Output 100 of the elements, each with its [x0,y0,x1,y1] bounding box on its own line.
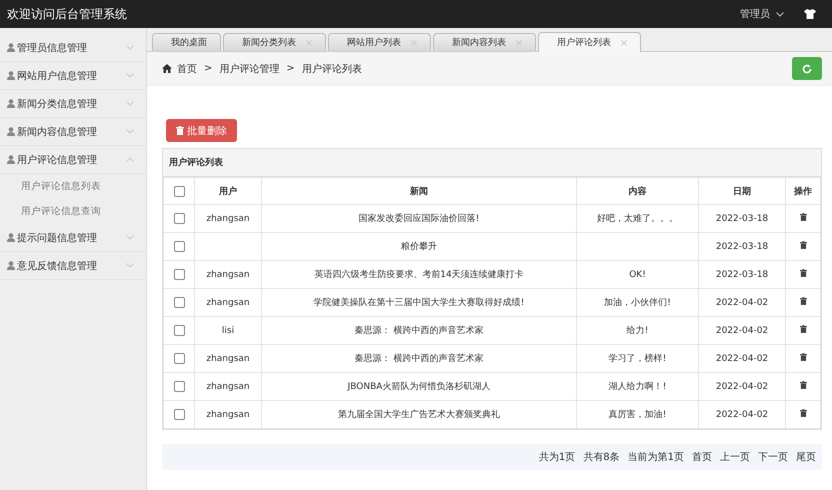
table-cell: 湖人给力啊！! [576,372,698,400]
table-cell: zhangsan [194,400,262,428]
sidebar-item[interactable]: 网站用户信息管理 [0,62,146,90]
trash-icon[interactable] [800,297,806,305]
sidebar-item[interactable]: 新闻内容信息管理 [0,118,146,146]
user-icon [7,71,15,80]
tab[interactable]: 我的桌面 [152,33,221,51]
user-icon [7,233,15,242]
trash-icon[interactable] [800,241,806,249]
row-checkbox[interactable] [174,353,184,364]
column-header: 操作 [786,178,820,204]
sidebar-subitem[interactable]: 用户评论信息列表 [0,174,146,199]
table-cell: 2022-03-18 [698,260,786,288]
table-cell: OK! [576,260,698,288]
app-title: 欢迎访问后台管理系统 [7,6,127,22]
chevron-down-icon [126,263,134,268]
user-icon [7,155,15,164]
chevron-down-icon [126,129,134,134]
table-cell: 英语四六级考生防疫要求、考前14天须连续健康打卡 [262,260,576,288]
refresh-icon [802,64,812,74]
trash-icon[interactable] [800,353,806,361]
sidebar-item[interactable]: 用户评论信息管理 [0,146,146,174]
tab[interactable]: 新闻内容列表 [433,33,536,51]
chevron-down-icon [126,101,134,106]
chevron-down-icon [126,73,134,78]
table-cell: 秦思源： 横跨中西的声音艺术家 [262,344,576,372]
column-header: 用户 [194,178,262,204]
page-info: 共有8条 [583,450,620,464]
row-checkbox[interactable] [174,325,184,336]
table-cell: 真厉害，加油! [576,400,698,428]
trash-icon[interactable] [800,269,806,277]
refresh-button[interactable] [792,57,822,80]
page-link[interactable]: 尾页 [796,450,816,464]
select-all-checkbox[interactable] [174,186,184,196]
table-cell: 给力! [576,316,698,344]
table-cell: 加油，小伙伴们! [576,288,698,316]
row-checkbox[interactable] [174,213,184,224]
user-icon [7,43,15,52]
breadcrumb-separator: > [286,63,295,74]
table-cell: lisi [194,316,262,344]
user-icon [7,127,15,136]
sidebar-item[interactable]: 提示问题信息管理 [0,224,146,252]
trash-icon [176,126,184,135]
table-cell: zhangsan [194,288,262,316]
table-cell: 第九届全国大学生广告艺术大赛颁奖典礼 [262,400,576,428]
panel-title: 用户评论列表 [163,149,821,177]
table-cell: 粮价攀升 [262,232,576,260]
table-cell: 2022-04-02 [698,344,786,372]
row-checkbox[interactable] [174,297,184,308]
breadcrumb-link[interactable]: 用户评论列表 [302,62,362,76]
table-cell: 秦思源： 横跨中西的声音艺术家 [262,316,576,344]
page-info: 当前为第1页 [628,450,684,464]
column-header: 日期 [698,178,786,204]
user-icon [7,261,15,270]
page-link[interactable]: 下一页 [758,450,788,464]
breadcrumb-link[interactable]: 用户评论管理 [219,62,280,76]
batch-delete-button[interactable]: 批量删除 [166,119,237,142]
trash-icon[interactable] [800,325,806,333]
table-cell: JBONBA火箭队为何惜负洛杉矶湖人 [262,372,576,400]
chevron-down-icon [126,45,134,50]
page-link[interactable]: 首页 [692,450,712,464]
sidebar-item[interactable]: 管理员信息管理 [0,34,146,62]
sidebar-item[interactable]: 新闻分类信息管理 [0,90,146,118]
table-cell: 2022-04-02 [698,316,786,344]
trash-icon[interactable] [800,409,806,417]
table-cell: 学习了，榜样! [576,344,698,372]
row-checkbox[interactable] [174,241,184,252]
chevron-down-icon [776,12,784,16]
page-link[interactable]: 上一页 [720,450,750,464]
table-cell: 2022-03-18 [698,204,786,232]
column-header: 新闻 [262,178,576,204]
table-cell: zhangsan [194,204,262,232]
sidebar-subitem[interactable]: 用户评论信息查询 [0,199,146,224]
row-checkbox[interactable] [174,269,184,280]
chevron-up-icon [126,157,134,162]
trash-icon[interactable] [800,213,806,221]
table-cell: 国家发改委回应国际油价回落! [262,204,576,232]
table-cell: 2022-03-18 [698,232,786,260]
tab[interactable]: 新闻分类列表 [223,33,326,51]
table-cell: zhangsan [194,372,262,400]
row-checkbox[interactable] [174,381,184,392]
table-cell: 学院健美操队在第十三届中国大学生大赛取得好成绩! [262,288,576,316]
table-cell: 2022-04-02 [698,288,786,316]
table-cell: 2022-04-02 [698,400,786,428]
table-cell: 好吧，太难了。。。 [576,204,698,232]
table-cell: zhangsan [194,260,262,288]
column-header: 内容 [576,178,698,204]
sidebar-item[interactable]: 意见反馈信息管理 [0,252,146,280]
table-cell: zhangsan [194,344,262,372]
user-icon [7,99,15,108]
breadcrumb-link[interactable]: 首页 [177,62,197,76]
tab[interactable]: 网站用户列表 [328,33,431,51]
page-info: 共为1页 [538,450,576,464]
shirt-icon[interactable] [804,9,816,19]
table-cell: 2022-04-02 [698,372,786,400]
user-menu[interactable]: 管理员 [740,7,770,21]
trash-icon[interactable] [800,381,806,389]
chevron-down-icon [126,235,134,240]
tab[interactable]: 用户评论列表 [538,32,641,52]
row-checkbox[interactable] [174,409,184,420]
